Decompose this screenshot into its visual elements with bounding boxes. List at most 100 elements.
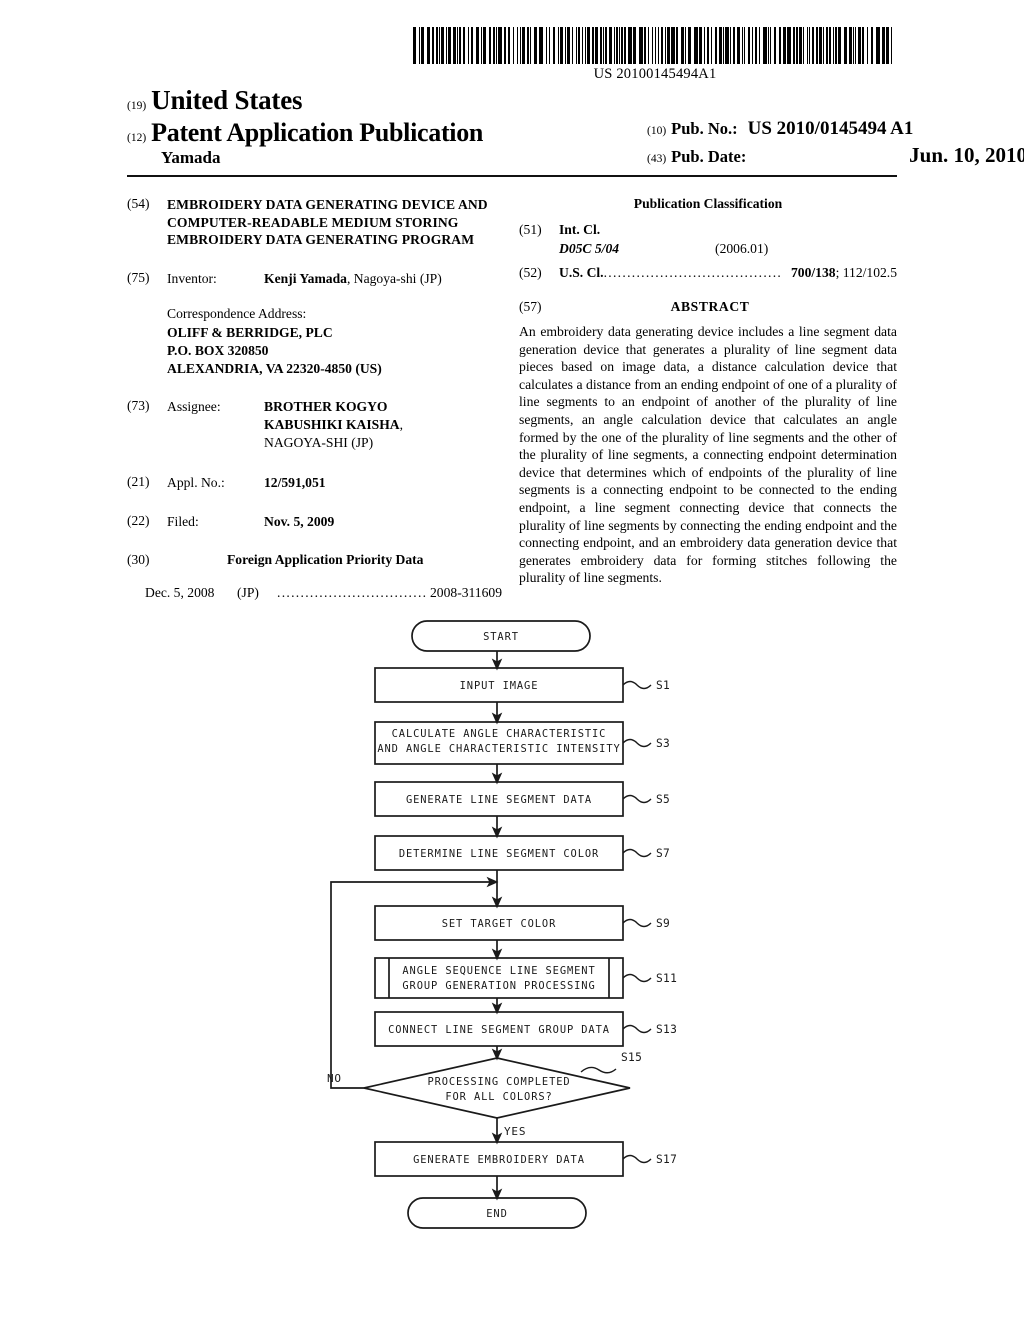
- flow-label-s5: GENERATE LINE SEGMENT DATA: [406, 794, 592, 806]
- flow-step-s7: S7: [656, 847, 670, 860]
- flow-node-s11: [374, 957, 624, 999]
- us-cl-primary: 700/138: [791, 264, 836, 280]
- inventor-location: , Nagoya-shi (JP): [346, 271, 442, 287]
- code-54: (54): [127, 196, 150, 211]
- flow-label-s15-line2: FOR ALL COLORS?: [445, 1091, 552, 1103]
- code-73: (73): [127, 397, 150, 413]
- correspondence-label: Correspondence Address:: [167, 306, 307, 322]
- foreign-priority-dots: .................................: [277, 585, 427, 601]
- document-type: Patent Application Publication: [151, 118, 484, 148]
- correspondence-firm: OLIFF & BERRIDGE, PLC: [167, 324, 333, 340]
- flow-label-no: NO: [327, 1072, 342, 1085]
- flow-label-s1: INPUT IMAGE: [460, 680, 539, 692]
- inventor-label: Inventor:: [167, 271, 217, 287]
- flow-label-s17: GENERATE EMBROIDERY DATA: [413, 1154, 585, 1166]
- foreign-priority-date: Dec. 5, 2008: [145, 585, 215, 601]
- correspondence-city: ALEXANDRIA, VA 22320-4850 (US): [167, 361, 382, 377]
- patent-front-page: US 20100145494A1 (19) United States (12)…: [0, 0, 1024, 1320]
- flow-step-s1: S1: [656, 679, 670, 692]
- int-cl-value-row: D05C 5/04 (2006.01): [519, 240, 897, 258]
- pub-no-label: Pub. No.:: [671, 119, 738, 138]
- flow-step-s15: S15: [621, 1051, 642, 1064]
- us-cl-secondary: ; 112/102.5: [835, 264, 897, 280]
- assignee-value: BROTHER KOGYO KABUSHIKI KAISHA, NAGOYA-S…: [264, 398, 403, 453]
- code-30: (30): [127, 552, 150, 568]
- masthead: (19) United States (12) Patent Applicati…: [127, 85, 1024, 170]
- pub-date-label: Pub. Date:: [671, 147, 747, 166]
- code-57: (57): [519, 299, 542, 315]
- abstract-text: An embroidery data generating device inc…: [519, 324, 897, 586]
- flow-step-s3: S3: [656, 737, 670, 750]
- flowchart-figure: START INPUT IMAGE CALCULATE ANGLE CHARAC…: [300, 610, 720, 1260]
- pub-no-value: US 2010/0145494 A1: [747, 118, 914, 139]
- us-cl-dots: ......................................: [603, 264, 783, 280]
- barcode-number: US 20100145494A1: [593, 66, 717, 82]
- us-cl-label: U.S. Cl.: [559, 264, 604, 280]
- flow-step-s17: S17: [656, 1153, 677, 1166]
- publication-classification-heading: Publication Classification: [633, 196, 783, 211]
- flow-label-s11-line2: GROUP GENERATION PROCESSING: [402, 980, 595, 992]
- filed-label: Filed:: [167, 514, 199, 530]
- flow-step-s5: S5: [656, 793, 670, 806]
- code-22: (22): [127, 513, 150, 529]
- header-divider: [127, 175, 897, 177]
- field-int-cl: (51) Int. Cl.: [519, 221, 897, 239]
- bibliographic-left-column: (54) EMBROIDERY DATA GENERATING DEVICE A…: [127, 196, 502, 601]
- country-title: United States: [151, 85, 303, 115]
- field-assignee: (73) Assignee: BROTHER KOGYO KABUSHIKI K…: [127, 398, 502, 453]
- correspondence-address: Correspondence Address: OLIFF & BERRIDGE…: [167, 305, 502, 378]
- flow-label-s11-line1: ANGLE SEQUENCE LINE SEGMENT: [402, 965, 595, 977]
- abstract-heading: ABSTRACT: [670, 299, 750, 315]
- appl-no-label: Appl. No.:: [167, 474, 225, 490]
- field-appl-no: (21) Appl. No.: 12/591,051: [127, 474, 502, 492]
- field-us-cl: (52) U.S. Cl. ..........................…: [519, 264, 897, 282]
- flow-label-s3-line1: CALCULATE ANGLE CHARACTERISTIC: [392, 728, 607, 740]
- filed-value: Nov. 5, 2009: [264, 514, 335, 530]
- flow-label-yes: YES: [504, 1125, 526, 1138]
- flow-label-s15-line1: PROCESSING COMPLETED: [427, 1076, 570, 1088]
- assignee-label: Assignee:: [167, 398, 221, 414]
- flow-label-s9: SET TARGET COLOR: [442, 918, 557, 930]
- foreign-priority-row: Dec. 5, 2008 (JP) ......................…: [145, 585, 502, 601]
- publication-identifiers: (10) Pub. No.: US 2010/0145494 A1 (43) P…: [647, 118, 1024, 171]
- abstract-heading-row: (57) ABSTRACT: [519, 299, 897, 315]
- correspondence-pobox: P.O. BOX 320850: [167, 343, 269, 359]
- assignee-line-2-comma: ,: [399, 417, 403, 433]
- appl-no-value: 12/591,051: [264, 474, 326, 490]
- code-10: (10): [647, 125, 667, 137]
- code-43: (43): [647, 153, 667, 165]
- assignee-line-2: KABUSHIKI KAISHA,: [264, 416, 403, 434]
- field-foreign-priority: (30) Foreign Application Priority Data: [127, 552, 502, 568]
- assignee-line-1: BROTHER KOGYO: [264, 398, 388, 414]
- foreign-priority-country: (JP): [237, 585, 259, 601]
- int-cl-label: Int. Cl.: [559, 222, 601, 237]
- pub-date-value: Jun. 10, 2010: [909, 143, 1024, 167]
- flow-label-s3-line2: AND ANGLE CHARACTERISTIC INTENSITY: [377, 743, 620, 755]
- flow-label-end: END: [486, 1208, 507, 1220]
- code-51: (51): [519, 222, 542, 237]
- code-75: (75): [127, 270, 150, 286]
- assignee-line-2-text: KABUSHIKI KAISHA: [264, 417, 400, 433]
- int-cl-version: (2006.01): [715, 241, 769, 257]
- code-19: (19): [127, 100, 147, 112]
- flow-step-s13: S13: [656, 1023, 677, 1036]
- barcode: [413, 27, 897, 64]
- inventor-name: Kenji Yamada: [264, 271, 347, 287]
- flow-step-s11: S11: [656, 972, 677, 985]
- field-title: (54) EMBROIDERY DATA GENERATING DEVICE A…: [127, 196, 502, 249]
- foreign-priority-heading: Foreign Application Priority Data: [227, 552, 424, 568]
- flow-label-s7: DETERMINE LINE SEGMENT COLOR: [399, 848, 599, 860]
- flow-step-s9: S9: [656, 917, 670, 930]
- field-filed: (22) Filed: Nov. 5, 2009: [127, 513, 502, 531]
- code-52: (52): [519, 264, 542, 280]
- invention-title: EMBROIDERY DATA GENERATING DEVICE AND CO…: [167, 197, 488, 248]
- flow-label-s13: CONNECT LINE SEGMENT GROUP DATA: [388, 1024, 610, 1036]
- us-cl-row: U.S. Cl. ...............................…: [559, 264, 897, 282]
- foreign-priority-number: 2008-311609: [430, 585, 502, 601]
- code-21: (21): [127, 473, 150, 489]
- field-inventor: (75) Inventor: Kenji Yamada, Nagoya-shi …: [127, 270, 502, 288]
- bibliographic-right-column: Publication Classification (51) Int. Cl.…: [519, 196, 897, 587]
- flow-label-start: START: [483, 631, 519, 643]
- code-12: (12): [127, 132, 147, 145]
- assignee-line-3: NAGOYA-SHI (JP): [264, 435, 374, 451]
